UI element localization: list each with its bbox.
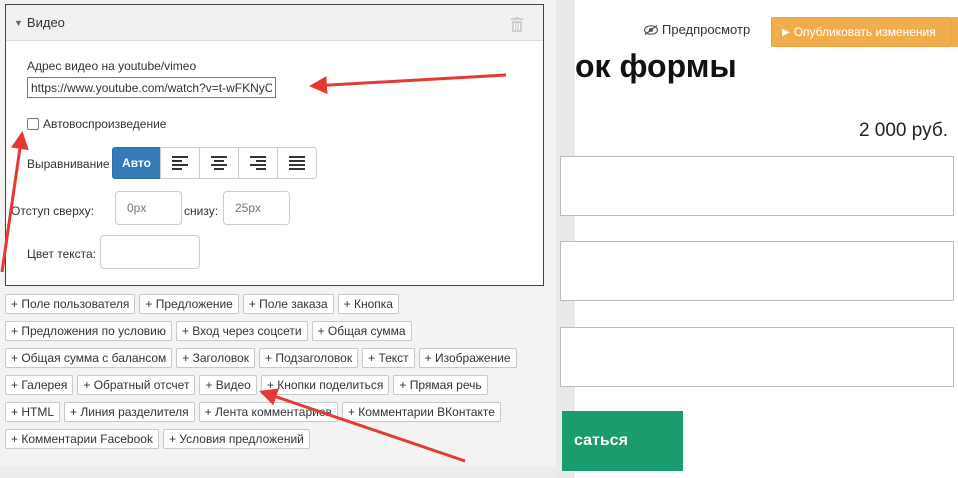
chip-row: + Поле пользователя + Предложение + Поле… — [5, 294, 550, 321]
add-order-field-button[interactable]: + Поле заказа — [242, 294, 334, 314]
add-total-sum-button[interactable]: + Общая сумма — [311, 321, 412, 341]
add-user-field-button[interactable]: + Поле пользователя — [5, 294, 136, 314]
align-left-icon — [172, 156, 188, 170]
preview-button[interactable]: Предпросмотр — [644, 22, 750, 37]
add-comments-feed-button[interactable]: + Лента комментариев — [198, 402, 338, 422]
align-right-icon — [250, 156, 266, 170]
alignment-label: Выравнивание — [27, 157, 110, 171]
align-auto-button[interactable]: Авто — [112, 147, 161, 179]
play-icon: ▶ — [782, 26, 790, 38]
align-left-button[interactable] — [160, 147, 200, 179]
align-justify-icon — [289, 156, 305, 170]
url-label: Адрес видео на youtube/vimeo — [27, 59, 197, 73]
panel-divider — [556, 0, 575, 478]
add-divider-button[interactable]: + Линия разделителя — [64, 402, 195, 422]
add-html-button[interactable]: + HTML — [5, 402, 61, 422]
margin-bottom-input[interactable] — [223, 191, 290, 225]
add-offer-terms-button[interactable]: + Условия предложений — [162, 429, 310, 449]
form-input-field[interactable] — [560, 156, 954, 216]
add-quote-button[interactable]: + Прямая речь — [393, 375, 488, 395]
align-right-button[interactable] — [238, 147, 278, 179]
margin-bottom-label: снизу: — [184, 204, 219, 218]
margin-top-label: Отступ сверху: — [11, 204, 94, 218]
chip-row: + HTML + Линия разделителя + Лента комме… — [5, 402, 550, 429]
form-input-field[interactable] — [560, 327, 954, 387]
publish-button[interactable]: ▶ Опубликовать изменения — [771, 17, 951, 47]
chip-row: + Предложения по условию + Вход через со… — [5, 321, 550, 348]
add-element-list: + Поле пользователя + Предложение + Поле… — [5, 294, 550, 456]
add-video-button[interactable]: + Видео — [199, 375, 257, 395]
add-text-button[interactable]: + Текст — [362, 348, 415, 368]
align-center-button[interactable] — [199, 147, 239, 179]
autoplay-checkbox[interactable] — [27, 118, 39, 130]
chevron-down-icon[interactable]: ▼ — [14, 18, 23, 28]
form-input-field[interactable] — [560, 241, 954, 301]
card-title: Видео — [26, 15, 65, 30]
add-share-buttons-button[interactable]: + Кнопки поделиться — [260, 375, 390, 395]
add-conditional-offers-button[interactable]: + Предложения по условию — [5, 321, 172, 341]
submit-button[interactable]: саться — [562, 411, 683, 471]
align-center-icon — [211, 156, 227, 170]
eye-icon — [644, 24, 658, 35]
add-social-login-button[interactable]: + Вход через соцсети — [175, 321, 308, 341]
trash-icon[interactable] — [511, 17, 523, 32]
panel-bottom-strip — [0, 466, 556, 478]
add-button-button[interactable]: + Кнопка — [337, 294, 399, 314]
video-settings-card: ▼ Видео Адрес видео на youtube/vimeo Авт… — [5, 4, 544, 286]
add-facebook-comments-button[interactable]: + Комментарии Facebook — [5, 429, 159, 449]
autoplay-label: Автовоспроизведение — [43, 117, 167, 131]
add-subheading-button[interactable]: + Подзаголовок — [259, 348, 359, 368]
align-justify-button[interactable] — [277, 147, 317, 179]
alignment-button-group: Авто — [112, 147, 317, 179]
video-url-input[interactable] — [27, 77, 276, 98]
chip-row: + Галерея + Обратный отсчет + Видео + Кн… — [5, 375, 550, 402]
chip-row: + Комментарии Facebook + Условия предлож… — [5, 429, 550, 456]
add-image-button[interactable]: + Изображение — [418, 348, 517, 368]
add-heading-button[interactable]: + Заголовок — [176, 348, 256, 368]
add-countdown-button[interactable]: + Обратный отсчет — [77, 375, 196, 395]
form-heading: ок формы — [575, 48, 737, 84]
margin-top-input[interactable] — [115, 191, 182, 225]
preview-label: Предпросмотр — [662, 22, 751, 37]
card-header[interactable]: ▼ Видео — [6, 5, 543, 41]
add-gallery-button[interactable]: + Галерея — [5, 375, 74, 395]
chip-row: + Общая сумма с балансом + Заголовок + П… — [5, 348, 550, 375]
price-text: 2 000 руб. — [858, 120, 948, 141]
text-color-input[interactable] — [100, 235, 200, 269]
publish-label: Опубликовать изменения — [793, 25, 936, 39]
add-total-with-balance-button[interactable]: + Общая сумма с балансом — [5, 348, 173, 368]
text-color-label: Цвет текста: — [27, 247, 97, 261]
add-vk-comments-button[interactable]: + Комментарии ВКонтакте — [341, 402, 501, 422]
add-offer-button[interactable]: + Предложение — [139, 294, 239, 314]
publish-dropdown-edge[interactable] — [951, 17, 958, 47]
